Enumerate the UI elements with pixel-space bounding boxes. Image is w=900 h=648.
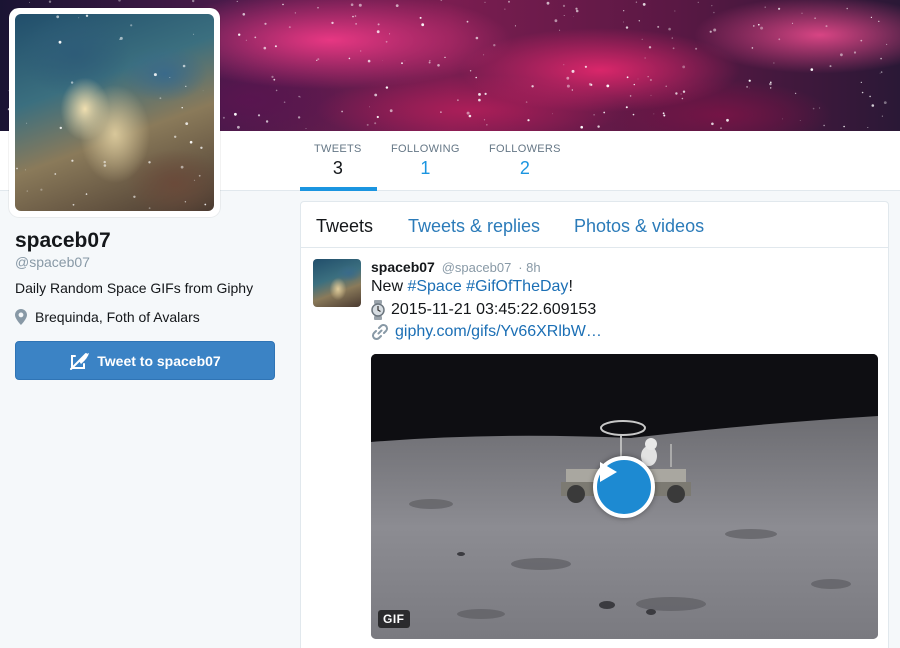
hashtag-gifoftheday[interactable]: #GifOfTheDay	[466, 278, 568, 296]
active-stat-underline	[300, 187, 377, 191]
tab-tweets-replies[interactable]: Tweets & replies	[408, 216, 540, 237]
stat-following-label: FOLLOWING	[391, 143, 460, 155]
location-pin-icon	[15, 309, 27, 325]
tweet-text-suffix: !	[568, 278, 573, 295]
tweet-link-line: giphy.com/gifs/Yv66XRlbW…	[371, 323, 602, 341]
tweet-timestamp: 2015-11-21 03:45:22.609153	[391, 301, 597, 318]
tweet-to-button[interactable]: Tweet to spaceb07	[15, 341, 275, 380]
tweet-item[interactable]: spaceb07 @spaceb07 · 8h New #Space #GifO…	[301, 249, 888, 648]
tweet-to-label: Tweet to spaceb07	[97, 352, 221, 369]
tweet-media-gif[interactable]: GIF	[371, 354, 878, 639]
tweet-text: New #Space #GifOfTheDay !	[371, 278, 573, 296]
tweet-time[interactable]: · 8h	[518, 260, 540, 275]
tweet-text-prefix: New	[371, 278, 408, 295]
tweet-avatar[interactable]	[313, 259, 361, 307]
stat-tweets-value: 3	[332, 158, 343, 178]
profile-location: Brequinda, Foth of Avalars	[15, 309, 200, 325]
stat-following[interactable]: FOLLOWING 1	[391, 143, 460, 179]
profile-name[interactable]: spaceb07	[15, 229, 111, 253]
tweet-timestamp-line: 2015-11-21 03:45:22.609153	[371, 300, 596, 320]
link-icon	[371, 323, 389, 341]
stat-followers-value: 2	[519, 158, 530, 178]
stat-following-value: 1	[420, 158, 431, 178]
watch-icon	[371, 300, 385, 320]
play-button[interactable]	[593, 456, 655, 518]
tweet-link[interactable]: giphy.com/gifs/Yv66XRlbW…	[395, 323, 602, 341]
profile-location-text: Brequinda, Foth of Avalars	[35, 309, 200, 325]
tab-tweets[interactable]: Tweets	[316, 216, 373, 237]
play-icon	[600, 462, 617, 482]
stat-tweets[interactable]: TWEETS 3	[314, 143, 362, 179]
timeline: Tweets Tweets & replies Photos & videos …	[300, 201, 889, 648]
stat-tweets-label: TWEETS	[314, 143, 362, 155]
tweet-author-handle[interactable]: @spaceb07	[442, 260, 512, 275]
tweet-author-name[interactable]: spaceb07	[371, 259, 435, 275]
gif-badge: GIF	[378, 610, 410, 628]
profile-bio: Daily Random Space GIFs from Giphy	[15, 280, 254, 296]
profile-avatar-frame	[9, 8, 220, 217]
stat-followers[interactable]: FOLLOWERS 2	[489, 143, 561, 179]
compose-feather-icon	[70, 352, 90, 370]
profile-avatar[interactable]	[15, 14, 214, 211]
hashtag-space[interactable]: #Space	[407, 278, 461, 296]
tweet-header: spaceb07 @spaceb07 · 8h	[371, 259, 541, 275]
stat-followers-label: FOLLOWERS	[489, 143, 561, 155]
tab-photos-videos[interactable]: Photos & videos	[574, 216, 704, 237]
profile-handle[interactable]: @spaceb07	[15, 254, 90, 270]
timeline-tabs: Tweets Tweets & replies Photos & videos	[301, 202, 888, 248]
